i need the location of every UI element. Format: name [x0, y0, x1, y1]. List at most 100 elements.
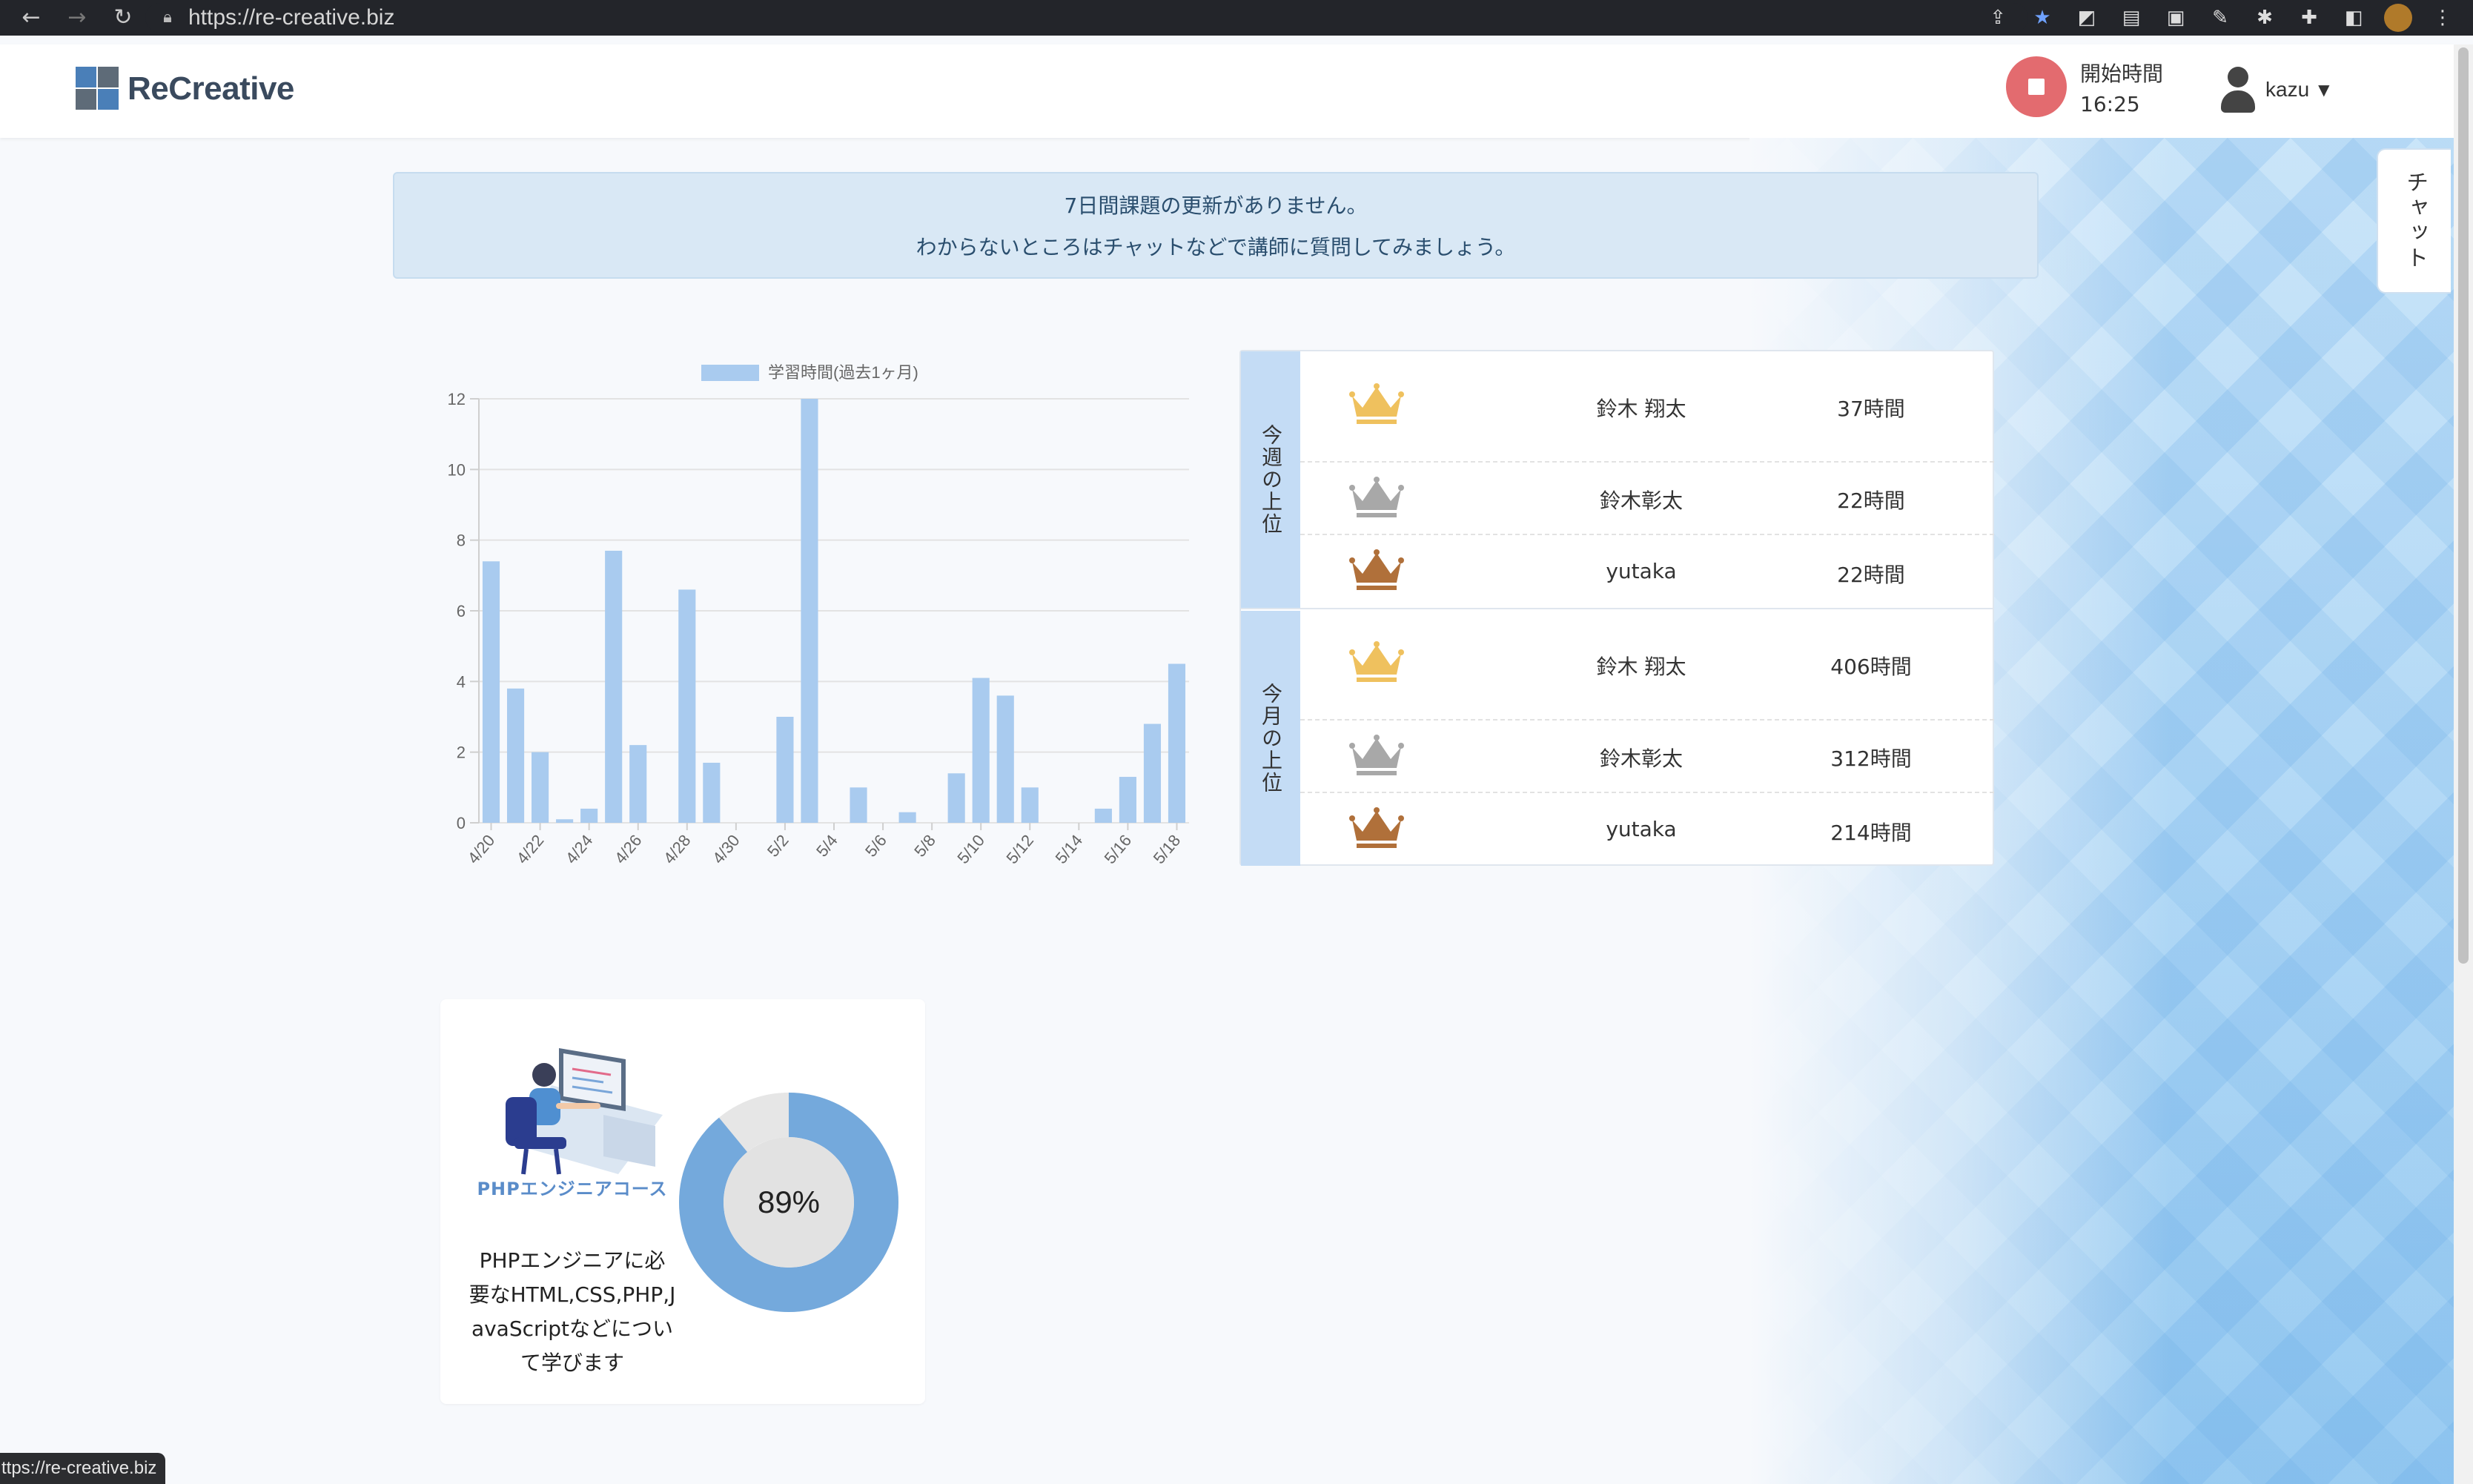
bar [1021, 787, 1039, 823]
y-tick-label: 10 [448, 460, 466, 479]
chat-tab-label: チャット [2402, 170, 2428, 271]
chat-tab[interactable]: チャット [2377, 148, 2451, 294]
alert-line-2: わからないところはチャットなどで講師に質問してみましょう。 [916, 235, 1516, 259]
monthly-ranking-label-cell: 今月の上位 [1241, 611, 1300, 866]
share-icon[interactable]: ⇪ [1984, 4, 2012, 32]
user-name: kazu [2265, 78, 2310, 101]
x-tick-label: 5/12 [1002, 831, 1037, 867]
scrollbar-thumb[interactable] [2458, 47, 2469, 964]
study-time-chart: 学習時間(過去1ヶ月) 0 2 4 6 8 10 12 4/20 4/22 4/24 4/26 4/28… [415, 348, 1201, 882]
caret-down-icon: ▼ [2318, 81, 2330, 99]
x-tick-label: 5/18 [1150, 831, 1185, 867]
puzzle-icon[interactable]: ✚ [2295, 4, 2323, 32]
programmer-illustration [506, 1048, 663, 1175]
address-bar[interactable]: 🔒︎ https://re-creative.biz [145, 3, 2028, 33]
rank-hours: 312時間 [1830, 746, 1912, 771]
rank-name: yutaka [1606, 817, 1677, 841]
bar [1168, 663, 1186, 823]
y-tick-label: 8 [457, 531, 466, 550]
forward-arrow-icon[interactable]: → [62, 3, 92, 33]
legend-label: 学習時間(過去1ヶ月) [768, 363, 918, 382]
reload-icon[interactable]: ↻ [108, 3, 138, 33]
monthly-ranking: 今月の上位 鈴木 翔太 406時間 鈴木彰太 312時間 yutaka 214時… [1241, 611, 1994, 866]
rank-name: 鈴木彰太 [1599, 746, 1683, 771]
chat-extension-icon[interactable]: ▤ [2117, 4, 2145, 32]
bar [972, 678, 990, 823]
silver-crown-icon [1349, 735, 1404, 775]
bar [506, 688, 525, 823]
stop-timer-button[interactable] [2006, 56, 2067, 117]
browser-toolbar: ← → ↻ 🔒︎ https://re-creative.biz ⇪ ★ ◩ ▤… [0, 0, 2473, 36]
address-bar-url[interactable]: https://re-creative.biz [188, 5, 394, 30]
monthly-ranking-label: 今月の上位 [1259, 683, 1283, 794]
x-tick-label: 4/20 [464, 831, 499, 867]
bar [1143, 723, 1162, 823]
x-tick-label: 5/2 [764, 831, 792, 861]
x-tick-label: 4/26 [611, 831, 646, 867]
x-tick-label: 4/30 [709, 831, 744, 867]
progress-label: 89% [757, 1185, 821, 1219]
silver-crown-icon [1349, 477, 1404, 517]
course-card[interactable]: PHPエンジニアコース PHPエンジニアに必 要なHTML,CSS,PHP,J … [440, 999, 925, 1404]
x-tick-label: 5/4 [812, 831, 841, 861]
course-description-line: 要なHTML,CSS,PHP,J [469, 1282, 676, 1307]
y-tick-label: 6 [457, 602, 466, 620]
sidebar-icon[interactable]: ◧ [2340, 4, 2368, 32]
rank-row: yutaka 22時間 [1300, 535, 1994, 608]
bronze-crown-icon [1349, 807, 1404, 848]
status-bar-url: ttps://re-creative.biz [0, 1453, 166, 1484]
scrollbar[interactable] [2454, 44, 2473, 1484]
rank-row: yutaka 214時間 [1300, 793, 1994, 866]
rank-hours: 22時間 [1837, 563, 1905, 587]
user-menu[interactable]: kazu ▼ [2221, 65, 2330, 114]
bookmark-star-icon[interactable]: ★ [2028, 4, 2056, 32]
course-description: PHPエンジニアに必 要なHTML,CSS,PHP,J avaScriptなどに… [455, 1244, 689, 1380]
legend-swatch [701, 365, 759, 381]
extension-icon[interactable]: ◩ [2073, 4, 2101, 32]
x-tick-label: 4/22 [513, 831, 548, 867]
x-tick-label: 5/16 [1101, 831, 1136, 867]
bar [605, 550, 623, 823]
kebab-menu-icon[interactable]: ⋮ [2429, 4, 2457, 32]
ranking-table: 今週の上位 鈴木 翔太 37時間 鈴木彰太 22時間 yutaka 22時間 今… [1239, 350, 1994, 866]
start-time-label: 開始時間 [2080, 62, 2164, 86]
logo-puzzle-icon [76, 67, 120, 111]
profile-avatar[interactable] [2384, 4, 2412, 32]
bar [1094, 808, 1112, 823]
extension-icon[interactable]: ▣ [2162, 4, 2190, 32]
alert-line-1: 7日間課題の更新がありません。 [1064, 193, 1368, 218]
x-tick-label: 4/28 [660, 831, 695, 867]
rank-hours: 22時間 [1837, 488, 1905, 513]
gold-crown-icon [1349, 641, 1404, 682]
rank-row: 鈴木 翔太 37時間 [1300, 351, 1994, 463]
course-title[interactable]: PHPエンジニアコース [455, 1174, 689, 1200]
rank-hours: 214時間 [1830, 821, 1912, 845]
x-tick-label: 4/24 [562, 831, 597, 867]
rank-row: 鈴木彰太 312時間 [1300, 721, 1994, 793]
y-tick-label: 2 [457, 743, 466, 762]
settings-extension-icon[interactable]: ✱ [2251, 4, 2279, 32]
x-tick-label: 5/10 [953, 831, 988, 867]
gold-crown-icon [1349, 383, 1404, 424]
rank-row: 鈴木 翔太 406時間 [1300, 611, 1994, 721]
bar [703, 762, 721, 823]
alert-message: 7日間課題の更新がありません。 わからないところはチャットなどで講師に質問してみ… [393, 172, 2039, 279]
rank-name: yutaka [1606, 559, 1677, 583]
app-header: ReCreative 開始時間 16:25 kazu ▼ [0, 44, 2454, 138]
rank-name: 鈴木 翔太 [1596, 397, 1686, 421]
y-tick-label: 4 [457, 672, 466, 691]
bar [850, 787, 867, 823]
bar [629, 745, 647, 823]
rank-hours: 406時間 [1830, 655, 1912, 679]
bar [947, 773, 965, 823]
back-arrow-icon[interactable]: ← [16, 3, 46, 33]
weekly-ranking-label-cell: 今週の上位 [1241, 351, 1300, 608]
bar [556, 819, 574, 823]
bar [996, 695, 1014, 823]
lock-icon: 🔒︎ [163, 8, 172, 27]
x-tick-label: 5/6 [861, 831, 890, 861]
logo[interactable]: ReCreative [76, 67, 294, 111]
pen-extension-icon[interactable]: ✎ [2206, 4, 2234, 32]
user-icon [2221, 65, 2255, 114]
bar [580, 808, 598, 823]
